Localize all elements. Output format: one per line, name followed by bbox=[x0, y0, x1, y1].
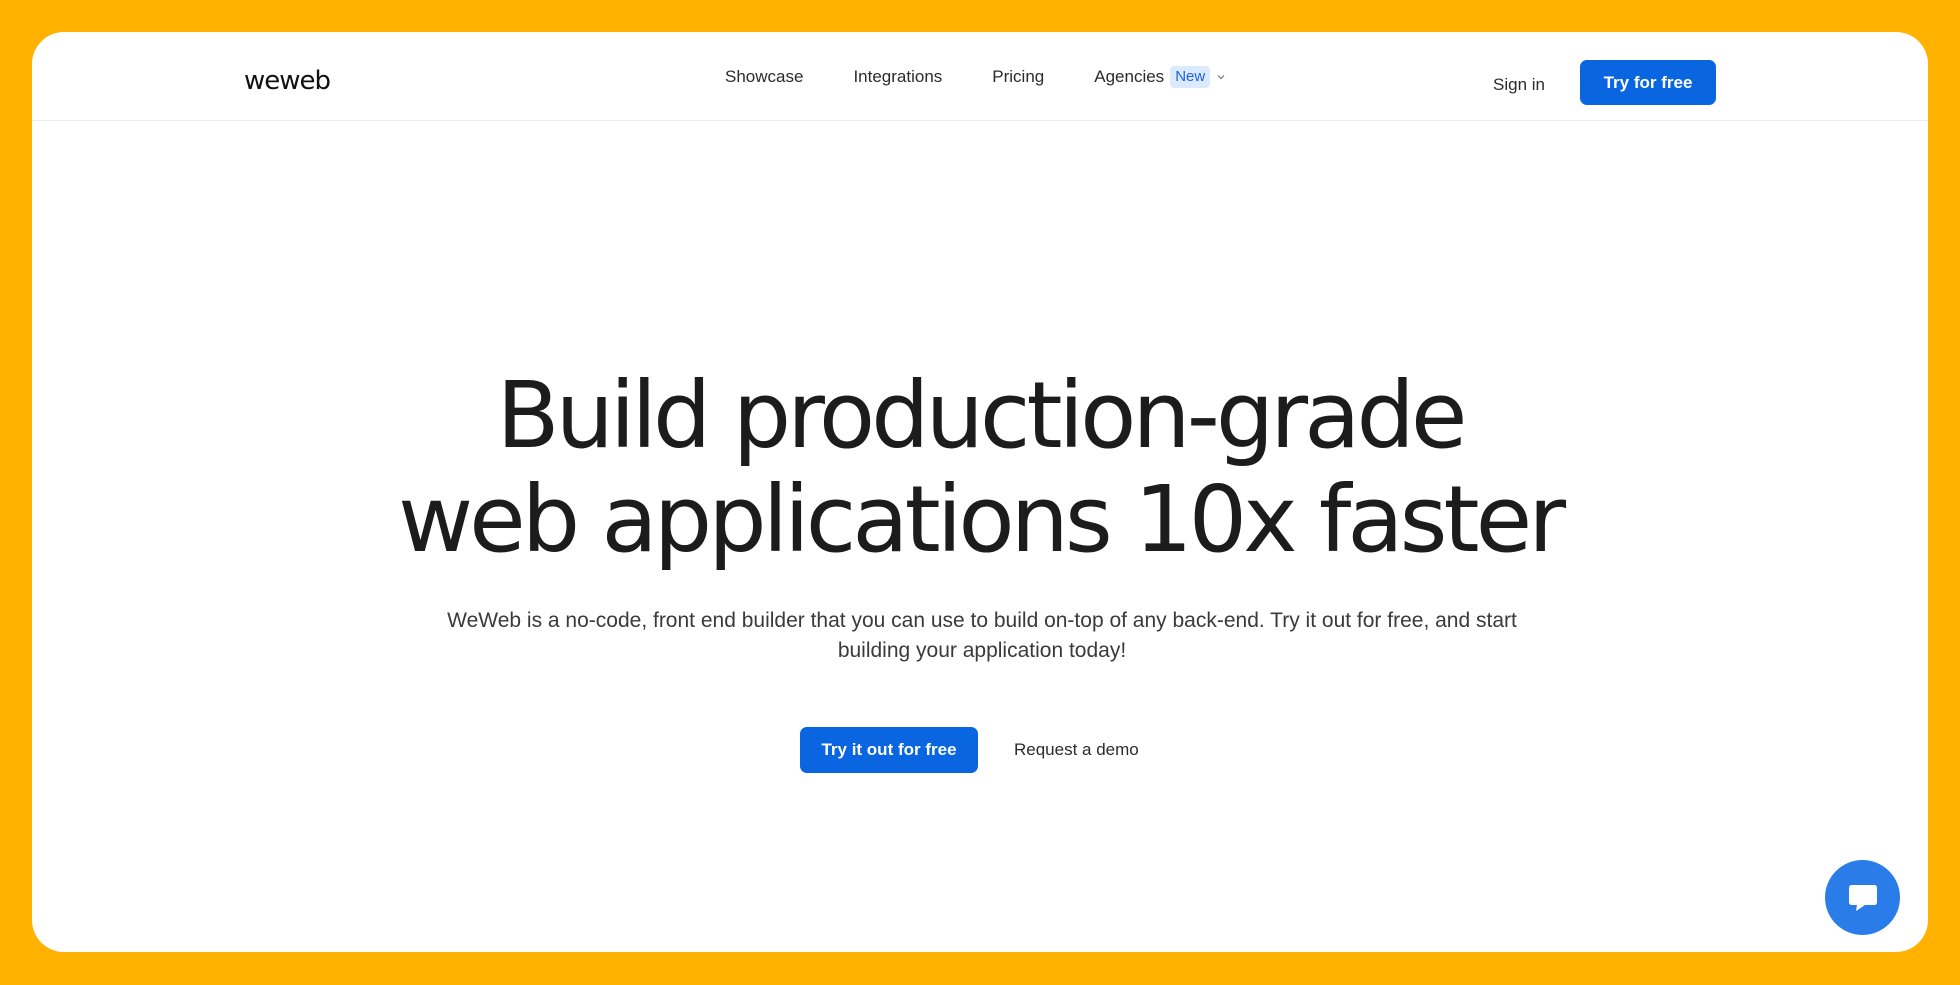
main-nav: Showcase Integrations Pricing Agencies N… bbox=[725, 63, 1226, 91]
chevron-down-icon bbox=[1217, 75, 1225, 80]
hero-title-line-2: web applications 10x faster bbox=[397, 466, 1566, 573]
try-it-out-button[interactable]: Try it out for free bbox=[800, 727, 978, 773]
sign-in-link[interactable]: Sign in bbox=[1493, 71, 1545, 99]
hero-title: Build production-grade web applications … bbox=[32, 364, 1928, 572]
hero-subtitle-line-1: WeWeb is a no-code, front end builder th… bbox=[447, 609, 1517, 632]
chat-icon bbox=[1848, 884, 1877, 911]
chat-launcher-button[interactable] bbox=[1825, 860, 1900, 935]
hero-subtitle: WeWeb is a no-code, front end builder th… bbox=[392, 606, 1572, 666]
new-badge: New bbox=[1170, 66, 1211, 88]
hero-title-line-1: Build production-grade bbox=[496, 362, 1468, 469]
page-card: weweb Showcase Integrations Pricing Agen… bbox=[32, 32, 1928, 952]
nav-showcase[interactable]: Showcase bbox=[725, 63, 803, 91]
request-demo-link[interactable]: Request a demo bbox=[1014, 740, 1139, 760]
nav-agencies[interactable]: Agencies New bbox=[1094, 63, 1226, 91]
try-for-free-button[interactable]: Try for free bbox=[1580, 60, 1716, 105]
nav-integrations[interactable]: Integrations bbox=[853, 63, 942, 91]
nav-pricing[interactable]: Pricing bbox=[992, 63, 1044, 91]
hero-actions: Try it out for free Request a demo bbox=[800, 727, 1139, 773]
weweb-logo[interactable]: weweb bbox=[244, 66, 331, 96]
nav-agencies-label: Agencies bbox=[1094, 67, 1165, 86]
top-navigation-bar: weweb Showcase Integrations Pricing Agen… bbox=[32, 32, 1928, 121]
hero-subtitle-line-2: building your application today! bbox=[837, 639, 1127, 662]
